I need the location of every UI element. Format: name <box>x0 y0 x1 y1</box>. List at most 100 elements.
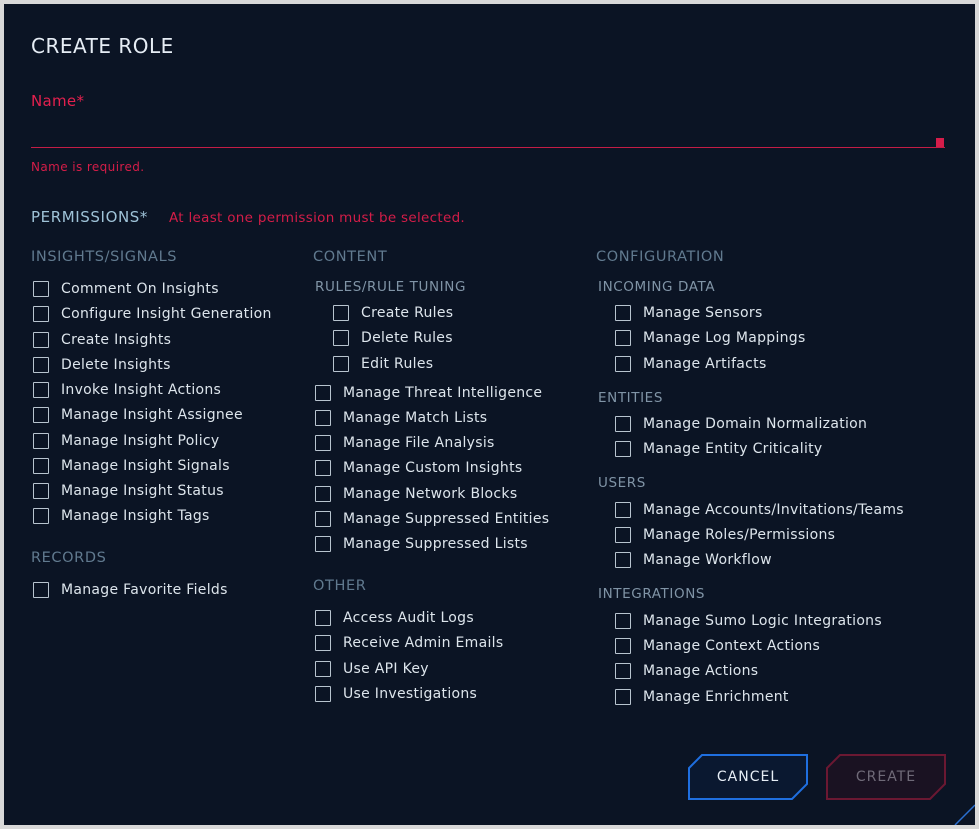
checkbox-manage-context-actions[interactable]: Manage Context Actions <box>615 638 820 654</box>
checkbox-box[interactable] <box>615 416 631 432</box>
checkbox-configure-insight-generation[interactable]: Configure Insight Generation <box>33 306 272 322</box>
checkbox-label: Manage Custom Insights <box>343 460 523 476</box>
checkbox-manage-insight-assignee[interactable]: Manage Insight Assignee <box>33 407 243 423</box>
subsection-users: USERS <box>598 475 646 491</box>
checkbox-manage-enrichment[interactable]: Manage Enrichment <box>615 689 789 705</box>
checkbox-box[interactable] <box>315 635 331 651</box>
checkbox-manage-entity-criticality[interactable]: Manage Entity Criticality <box>615 441 823 457</box>
checkbox-manage-file-analysis[interactable]: Manage File Analysis <box>315 435 495 451</box>
checkbox-box[interactable] <box>615 638 631 654</box>
checkbox-box[interactable] <box>315 686 331 702</box>
checkbox-box[interactable] <box>315 610 331 626</box>
checkbox-label: Use Investigations <box>343 686 478 702</box>
section-records: RECORDS <box>31 550 107 566</box>
checkbox-box[interactable] <box>33 382 49 398</box>
checkbox-manage-actions[interactable]: Manage Actions <box>615 663 758 679</box>
checkbox-box[interactable] <box>615 663 631 679</box>
checkbox-box[interactable] <box>33 357 49 373</box>
checkbox-label: Manage Artifacts <box>643 356 767 372</box>
input-error-marker <box>936 138 944 147</box>
checkbox-receive-admin-emails[interactable]: Receive Admin Emails <box>315 635 503 651</box>
checkbox-manage-insight-policy[interactable]: Manage Insight Policy <box>33 433 220 449</box>
checkbox-box[interactable] <box>315 661 331 677</box>
checkbox-box[interactable] <box>615 527 631 543</box>
checkbox-box[interactable] <box>615 305 631 321</box>
create-button[interactable]: CREATE <box>826 754 946 800</box>
checkbox-box[interactable] <box>315 435 331 451</box>
name-input[interactable] <box>31 118 945 148</box>
checkbox-label: Manage Actions <box>643 663 759 679</box>
checkbox-access-audit-logs[interactable]: Access Audit Logs <box>315 610 474 626</box>
checkbox-comment-on-insights[interactable]: Comment On Insights <box>33 281 219 297</box>
checkbox-box[interactable] <box>33 433 49 449</box>
checkbox-manage-favorite-fields[interactable]: Manage Favorite Fields <box>33 582 228 598</box>
checkbox-box[interactable] <box>315 486 331 502</box>
checkbox-box[interactable] <box>33 407 49 423</box>
checkbox-label: Delete Insights <box>61 357 171 373</box>
checkbox-label: Manage Domain Normalization <box>643 416 868 432</box>
checkbox-box[interactable] <box>315 536 331 552</box>
checkbox-manage-log-mappings[interactable]: Manage Log Mappings <box>615 330 806 346</box>
checkbox-manage-network-blocks[interactable]: Manage Network Blocks <box>315 486 517 502</box>
checkbox-manage-insight-status[interactable]: Manage Insight Status <box>33 483 224 499</box>
checkbox-box[interactable] <box>315 410 331 426</box>
checkbox-delete-rules[interactable]: Delete Rules <box>333 330 453 346</box>
checkbox-box[interactable] <box>333 356 349 372</box>
checkbox-label: Access Audit Logs <box>343 610 474 626</box>
checkbox-label: Manage Sensors <box>643 305 763 321</box>
checkbox-box[interactable] <box>33 306 49 322</box>
checkbox-invoke-insight-actions[interactable]: Invoke Insight Actions <box>33 382 221 398</box>
checkbox-box[interactable] <box>615 441 631 457</box>
checkbox-box[interactable] <box>315 460 331 476</box>
checkbox-manage-suppressed-entities[interactable]: Manage Suppressed Entities <box>315 511 549 527</box>
checkbox-manage-insight-signals[interactable]: Manage Insight Signals <box>33 458 230 474</box>
checkbox-box[interactable] <box>315 511 331 527</box>
checkbox-manage-sumo-logic-integrations[interactable]: Manage Sumo Logic Integrations <box>615 613 882 629</box>
checkbox-manage-domain-normalization[interactable]: Manage Domain Normalization <box>615 416 867 432</box>
checkbox-box[interactable] <box>33 483 49 499</box>
checkbox-manage-insight-tags[interactable]: Manage Insight Tags <box>33 508 210 524</box>
checkbox-manage-match-lists[interactable]: Manage Match Lists <box>315 410 487 426</box>
checkbox-box[interactable] <box>33 332 49 348</box>
subsection-rules-rule-tuning: RULES/RULE TUNING <box>315 279 467 295</box>
checkbox-edit-rules[interactable]: Edit Rules <box>333 356 433 372</box>
resize-handle-icon[interactable] <box>951 801 975 825</box>
checkbox-create-insights[interactable]: Create Insights <box>33 332 171 348</box>
checkbox-label: Invoke Insight Actions <box>61 382 222 398</box>
subsection-integrations: INTEGRATIONS <box>598 586 706 602</box>
checkbox-box[interactable] <box>33 582 49 598</box>
create-role-dialog: CREATE ROLE Name* Name is required. PERM… <box>4 4 975 825</box>
checkbox-manage-sensors[interactable]: Manage Sensors <box>615 305 763 321</box>
checkbox-box[interactable] <box>33 281 49 297</box>
checkbox-box[interactable] <box>33 458 49 474</box>
checkbox-box[interactable] <box>615 356 631 372</box>
checkbox-label: Manage Roles/Permissions <box>643 527 836 543</box>
checkbox-manage-suppressed-lists[interactable]: Manage Suppressed Lists <box>315 536 528 552</box>
checkbox-manage-accounts[interactable]: Manage Accounts/Invitations/Teams <box>615 502 904 518</box>
checkbox-delete-insights[interactable]: Delete Insights <box>33 357 171 373</box>
checkbox-manage-custom-insights[interactable]: Manage Custom Insights <box>315 460 522 476</box>
checkbox-manage-roles-permissions[interactable]: Manage Roles/Permissions <box>615 527 835 543</box>
name-field-label: Name* <box>31 92 85 110</box>
checkbox-manage-artifacts[interactable]: Manage Artifacts <box>615 356 767 372</box>
checkbox-manage-threat-intelligence[interactable]: Manage Threat Intelligence <box>315 385 542 401</box>
checkbox-box[interactable] <box>315 385 331 401</box>
checkbox-box[interactable] <box>333 330 349 346</box>
checkbox-label: Manage Threat Intelligence <box>343 385 543 401</box>
checkbox-box[interactable] <box>615 330 631 346</box>
section-other: OTHER <box>313 578 367 594</box>
checkbox-box[interactable] <box>333 305 349 321</box>
checkbox-box[interactable] <box>615 689 631 705</box>
checkbox-manage-workflow[interactable]: Manage Workflow <box>615 552 772 568</box>
checkbox-box[interactable] <box>615 502 631 518</box>
checkbox-use-investigations[interactable]: Use Investigations <box>315 686 477 702</box>
checkbox-box[interactable] <box>615 613 631 629</box>
checkbox-label: Create Rules <box>361 305 454 321</box>
cancel-button[interactable]: CANCEL <box>688 754 808 800</box>
checkbox-box[interactable] <box>615 552 631 568</box>
checkbox-label: Manage Workflow <box>643 552 772 568</box>
checkbox-create-rules[interactable]: Create Rules <box>333 305 453 321</box>
checkbox-label: Manage Suppressed Entities <box>343 511 550 527</box>
checkbox-use-api-key[interactable]: Use API Key <box>315 661 429 677</box>
checkbox-box[interactable] <box>33 508 49 524</box>
